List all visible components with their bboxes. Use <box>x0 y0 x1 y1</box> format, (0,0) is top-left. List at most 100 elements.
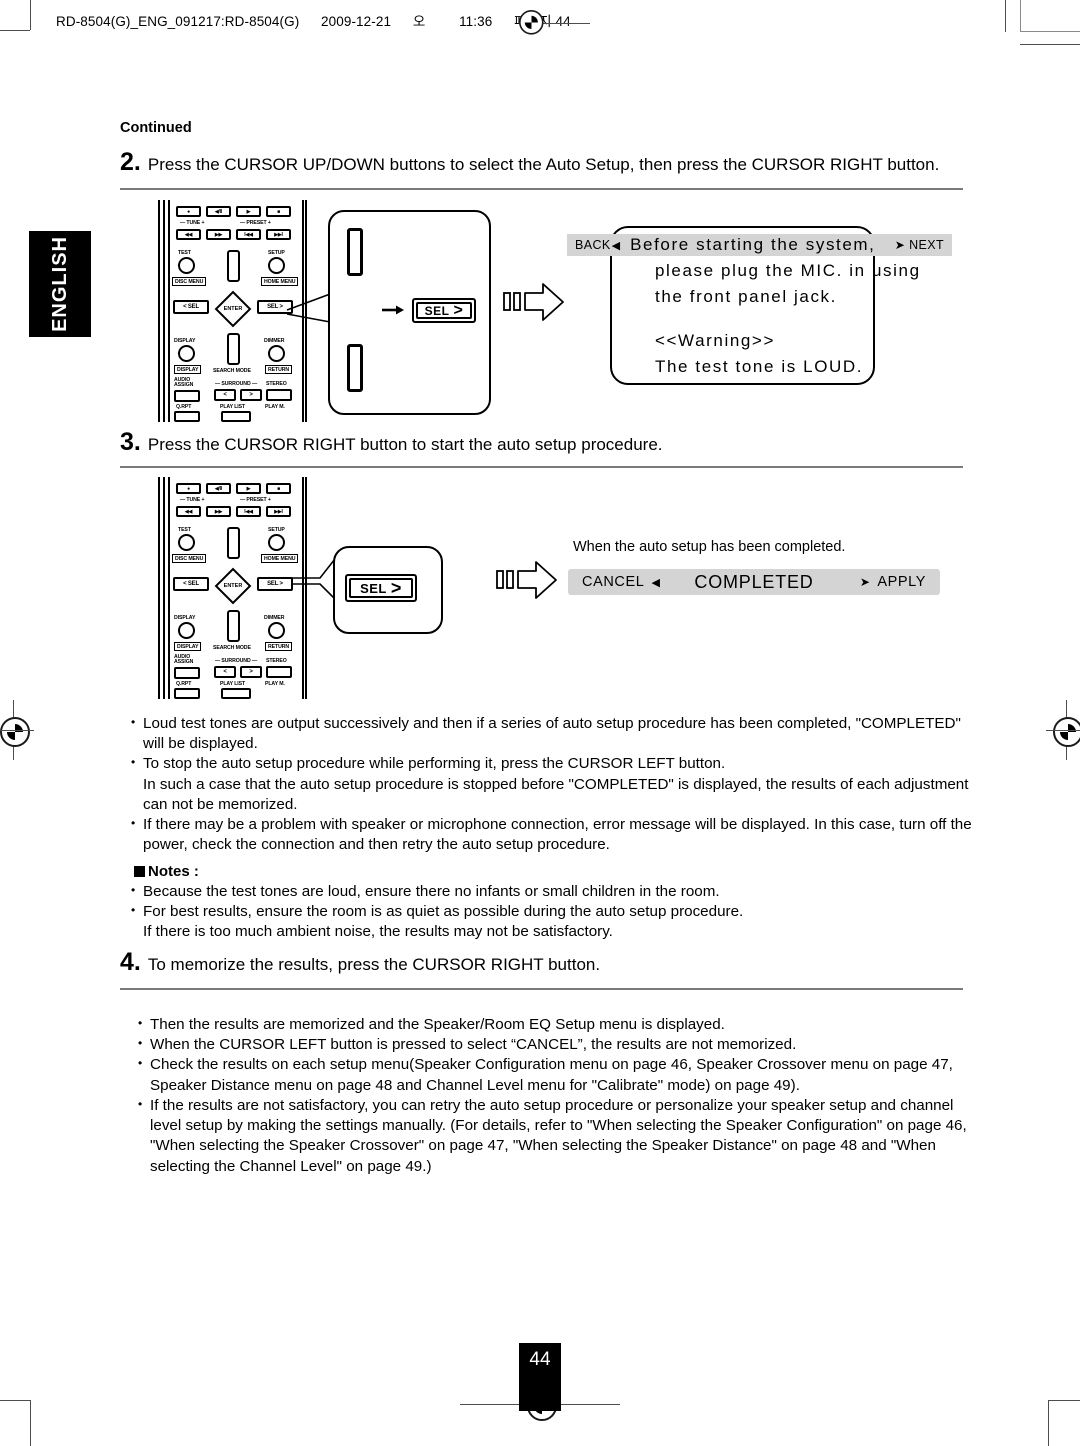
remote2-key-stop[interactable]: ■ <box>266 483 291 494</box>
callout-pointer-arrow-step2 <box>382 305 404 315</box>
crop-mark-top-right-horizontal-2 <box>1020 31 1080 32</box>
bullet-text: To stop the auto setup procedure while p… <box>143 754 976 815</box>
remote2-key-surround-left-label: < <box>223 669 227 675</box>
remote2-key-qrpt[interactable] <box>174 688 200 699</box>
remote-key-surround-right-label: > <box>249 392 253 398</box>
osd-line-testtone-step2: The test tone is LOUD. <box>655 357 864 376</box>
remote2-key-cursor-down[interactable] <box>227 610 240 642</box>
remote2-key-audio-assign[interactable] <box>174 667 200 679</box>
file-header-filename: RD-8504(G)_ENG_091217:RD-8504(G) <box>56 14 300 29</box>
callout-sel-key-chevron-step2: > <box>453 301 464 319</box>
callout-sel-key-step3[interactable]: SEL > <box>349 578 413 598</box>
remote2-test-label: TEST <box>178 527 191 533</box>
remote2-key-sel-left[interactable]: < SEL <box>173 577 209 591</box>
remote2-key-play-label: ▶ <box>246 485 251 492</box>
remote-key-sel-left[interactable]: < SEL <box>173 300 209 314</box>
remote-key-stereo[interactable] <box>266 389 292 401</box>
remote-key-tune-down-label: ◀◀ <box>184 231 193 238</box>
step-2-divider <box>120 188 963 190</box>
remote-key-sel-right-label: SEL > <box>267 304 283 310</box>
remote2-setup-label: SETUP <box>268 527 285 533</box>
osd-line-warning-step2: <<Warning>> <box>655 331 775 350</box>
remote-key-stop-label: ■ <box>277 208 280 215</box>
remote2-key-tune-up[interactable]: ▶▶ <box>206 506 231 517</box>
osd-apply-group[interactable]: ➤ APPLY <box>860 574 940 590</box>
remote-key-preset-up[interactable]: ▶▶I <box>266 229 291 240</box>
bullet-item: • Check the results on each setup menu(S… <box>138 1055 983 1095</box>
remote-key-cursor-up[interactable] <box>227 250 240 282</box>
remote-key-preset-down[interactable]: I◀◀ <box>236 229 261 240</box>
osd-topbar-step2: BACK ◀ Before starting the system, ➤ NEX… <box>567 234 952 256</box>
remote-key-record-label: ● <box>187 208 190 215</box>
remote2-key-play[interactable]: ▶ <box>236 483 261 494</box>
bullet-dot: • <box>138 1036 143 1051</box>
remote2-key-setup[interactable] <box>268 534 285 551</box>
osd-line-2-step2: please plug the MIC. in using <box>655 261 921 280</box>
remote-key-setup[interactable] <box>268 257 285 274</box>
callout-sel-key-step2[interactable]: SEL > <box>416 302 472 319</box>
remote-key-play-list[interactable] <box>221 411 251 422</box>
remote-key-play-pause[interactable]: ◀/II <box>206 206 231 217</box>
remote2-key-preset-down[interactable]: I◀◀ <box>236 506 261 517</box>
callout-sel-key-outer-step2[interactable]: SEL > <box>412 298 476 323</box>
osd-apply-arrow: ➤ <box>859 575 871 589</box>
bullet-line: If there may be a problem with speaker o… <box>143 816 972 834</box>
remote2-qrpt-label: Q.RPT <box>176 681 192 687</box>
remote-key-surround-left[interactable]: < <box>214 389 236 401</box>
crop-mark-bottom-right-vertical <box>1048 1400 1049 1446</box>
remote-search-mode-label: SEARCH MODE <box>213 368 251 374</box>
page-number-block: 44 <box>519 1343 561 1411</box>
remote2-key-dimmer[interactable] <box>268 622 285 639</box>
remote-key-cursor-down[interactable] <box>227 333 240 365</box>
osd-next-group-step2[interactable]: ➤ NEXT <box>895 238 952 252</box>
remote-key-surround-right[interactable]: > <box>240 389 262 401</box>
osd-back-label-step2[interactable]: BACK <box>567 238 611 252</box>
remote-key-record[interactable]: ● <box>176 206 201 217</box>
remote2-key-sel-right[interactable]: SEL > <box>257 577 293 591</box>
remote2-return-label[interactable]: RETURN <box>265 642 293 651</box>
bullet-line: selecting the Channel Level" on page 49.… <box>150 1157 432 1175</box>
remote2-tune-label: — TUNE + <box>180 497 205 503</box>
remote-return-label[interactable]: RETURN <box>265 365 293 374</box>
remote2-key-stereo[interactable] <box>266 666 292 678</box>
remote-display-boxed-label[interactable]: DISPLAY <box>174 365 202 374</box>
remote-key-qrpt[interactable] <box>174 411 200 422</box>
remote2-key-play-pause[interactable]: ◀/II <box>206 483 231 494</box>
bullet-line: If there is too much ambient noise, the … <box>143 923 613 941</box>
remote-test-label: TEST <box>178 250 191 256</box>
remote2-disc-menu-label[interactable]: DISC MENU <box>172 554 207 563</box>
remote-disc-menu-label[interactable]: DISC MENU <box>172 277 207 286</box>
remote-qrpt-label: Q.RPT <box>176 404 192 410</box>
remote2-key-test[interactable] <box>178 534 195 551</box>
remote-key-audio-assign[interactable] <box>174 390 200 402</box>
remote2-key-display[interactable] <box>178 622 195 639</box>
remote2-key-surround-left[interactable]: < <box>214 666 236 678</box>
remote2-key-preset-up[interactable]: ▶▶I <box>266 506 291 517</box>
remote2-display-label: DISPLAY <box>174 615 196 621</box>
remote-key-enter-label: ENTER <box>223 306 243 312</box>
registration-mark-right <box>1053 717 1080 747</box>
remote-key-test[interactable] <box>178 257 195 274</box>
osd-next-label-step2: NEXT <box>909 238 944 252</box>
remote-key-tune-up[interactable]: ▶▶ <box>206 229 231 240</box>
remote2-display-boxed-label[interactable]: DISPLAY <box>174 642 202 651</box>
block-arrow-step3 <box>496 561 557 599</box>
remote-key-play[interactable]: ▶ <box>236 206 261 217</box>
bullet-line: Loud test tones are output successively … <box>143 715 961 732</box>
bullet-item: • If there may be a problem with speaker… <box>131 815 976 855</box>
remote2-key-cursor-up[interactable] <box>227 527 240 559</box>
bullet-item: • When the CURSOR LEFT button is pressed… <box>138 1035 983 1055</box>
remote2-key-play-list[interactable] <box>221 688 251 699</box>
bullet-text: Then the results are memorized and the S… <box>150 1015 983 1035</box>
remote-key-stop[interactable]: ■ <box>266 206 291 217</box>
remote-key-display[interactable] <box>178 345 195 362</box>
remote2-key-surround-right[interactable]: > <box>240 666 262 678</box>
callout-sel-key-chevron-step3: > <box>390 577 402 598</box>
callout-sel-key-outer-step3[interactable]: SEL > <box>345 574 417 602</box>
remote-key-tune-down[interactable]: ◀◀ <box>176 229 201 240</box>
remote2-key-record[interactable]: ● <box>176 483 201 494</box>
remote-key-dimmer[interactable] <box>268 345 285 362</box>
remote2-key-tune-down[interactable]: ◀◀ <box>176 506 201 517</box>
remote-key-sel-left-label: < SEL <box>183 304 199 310</box>
bullet-dot: • <box>131 715 136 729</box>
